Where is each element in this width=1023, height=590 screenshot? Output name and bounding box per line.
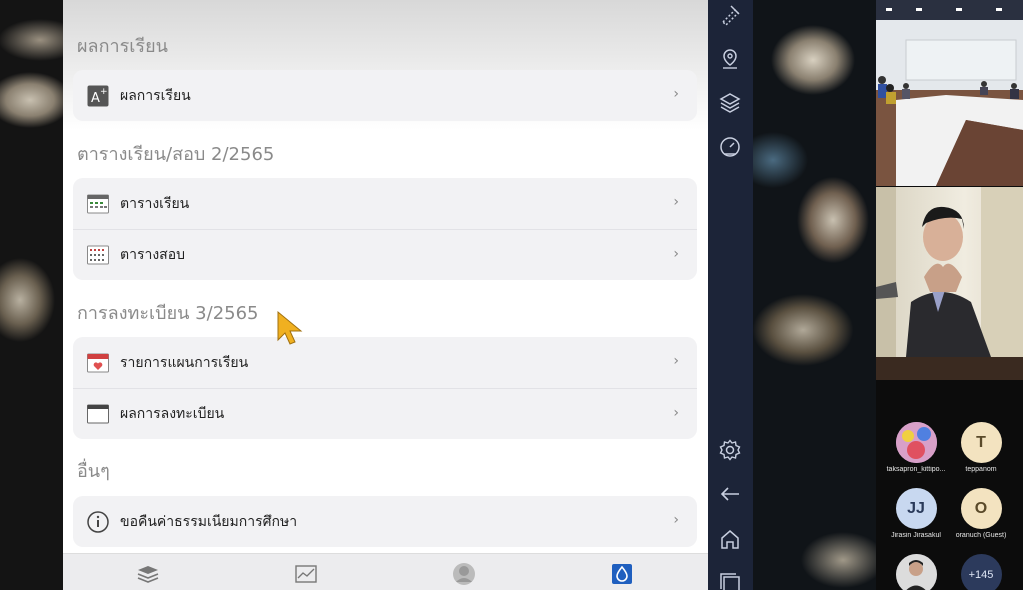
background-clouds-left	[0, 0, 63, 590]
chevron-right-icon: ›	[673, 246, 679, 262]
home-icon[interactable]	[718, 527, 742, 551]
recent-apps-icon[interactable]	[718, 571, 742, 590]
menu-item-class-schedule[interactable]: ตารางเรียน ›	[73, 178, 697, 229]
avatar: T	[960, 422, 1002, 463]
stack-layers-icon[interactable]	[718, 91, 742, 115]
menu-item-label: ผลการเรียน	[120, 87, 191, 104]
phone-app-screen: ผลการเรียน A + ผลการเรียน › ตารางเรียน/สอ…	[63, 0, 708, 590]
participant-tile[interactable]: T teppanom	[946, 422, 1016, 473]
speedometer-icon[interactable]	[718, 135, 742, 159]
menu-item-exam-schedule[interactable]: ตารางสอบ ›	[73, 229, 697, 280]
layers-icon[interactable]	[136, 562, 160, 586]
bottom-tab-bar	[63, 553, 708, 590]
section-title-grades: ผลการเรียน	[77, 36, 168, 57]
profile-icon[interactable]	[452, 562, 476, 586]
more-participants-count: +145	[960, 554, 1002, 590]
location-pin-icon[interactable]	[718, 47, 742, 71]
more-participants-button[interactable]: +145	[946, 554, 1016, 590]
svg-text:+: +	[100, 87, 108, 97]
home-app-icon[interactable]	[610, 562, 634, 586]
participant-name: oranuch (Guest)	[955, 532, 1007, 539]
grade-a-plus-icon: A +	[86, 84, 110, 108]
participant-tile[interactable]: taksapron_kittipo...	[881, 422, 951, 473]
svg-text:A: A	[91, 91, 100, 106]
schedule-card: ตารางเรียน › ตารางสอบ ›	[73, 178, 697, 280]
avatar: O	[960, 488, 1002, 529]
meeting-room-video	[876, 0, 1023, 186]
registration-result-icon	[86, 402, 110, 426]
menu-item-label: ผลการลงทะเบียน	[120, 406, 225, 422]
menu-item-label: ขอคืนค่าธรรมเนียมการศึกษา	[120, 513, 298, 530]
mouse-cursor-icon	[277, 310, 303, 345]
registration-card: รายการแผนการเรียน › ผลการลงทะเบียน ›	[73, 337, 697, 439]
grades-card: A + ผลการเรียน ›	[73, 70, 697, 121]
chevron-right-icon: ›	[673, 353, 679, 369]
menu-item-label: ตารางสอบ	[120, 247, 186, 263]
study-plan-icon	[86, 351, 110, 375]
exam-calendar-icon	[86, 243, 110, 267]
section-title-schedule: ตารางเรียน/สอบ 2/2565	[77, 144, 275, 165]
chevron-right-icon: ›	[673, 194, 679, 210]
menu-item-registration-result[interactable]: ผลการลงทะเบียน ›	[73, 388, 697, 439]
menu-item-grades[interactable]: A + ผลการเรียน ›	[73, 70, 697, 121]
section-title-others: อื่นๆ	[77, 461, 110, 482]
avatar	[895, 422, 937, 463]
participant-tile[interactable]	[881, 554, 951, 590]
others-card: ขอคืนค่าธรรมเนียมการศึกษา ›	[73, 496, 697, 547]
participant-name: teppanom	[965, 466, 997, 473]
chart-icon[interactable]	[294, 562, 318, 586]
avatar	[895, 554, 937, 590]
video-conference-panel: taksapron_kittipo... T teppanom JJ Jiras…	[876, 0, 1023, 590]
settings-gear-icon[interactable]	[718, 438, 742, 462]
side-navigation-rail	[708, 0, 753, 590]
menu-item-label: รายการแผนการเรียน	[120, 354, 249, 371]
chevron-right-icon: ›	[673, 86, 679, 102]
chevron-right-icon: ›	[673, 405, 679, 421]
participant-tile[interactable]: JJ Jirasin Jirasakul	[881, 488, 951, 539]
menu-item-study-plan[interactable]: รายการแผนการเรียน ›	[73, 337, 697, 388]
menu-item-tuition-refund[interactable]: ขอคืนค่าธรรมเนียมการศึกษา ›	[73, 496, 697, 547]
participant-name: Jirasin Jirasakul	[891, 532, 941, 539]
participant-name: taksapron_kittipo...	[886, 466, 946, 473]
class-calendar-icon	[86, 192, 110, 216]
menu-item-label: ตารางเรียน	[120, 195, 190, 212]
back-arrow-icon[interactable]	[718, 482, 742, 506]
avatar: JJ	[895, 488, 937, 529]
chevron-right-icon: ›	[673, 512, 679, 528]
speaker-video	[876, 187, 1023, 380]
draw-erase-icon[interactable]	[718, 3, 742, 27]
participant-tile[interactable]: O oranuch (Guest)	[946, 488, 1016, 539]
info-icon	[86, 510, 110, 534]
background-clouds-right	[753, 0, 876, 590]
section-title-registration: การลงทะเบียน 3/2565	[77, 303, 259, 324]
